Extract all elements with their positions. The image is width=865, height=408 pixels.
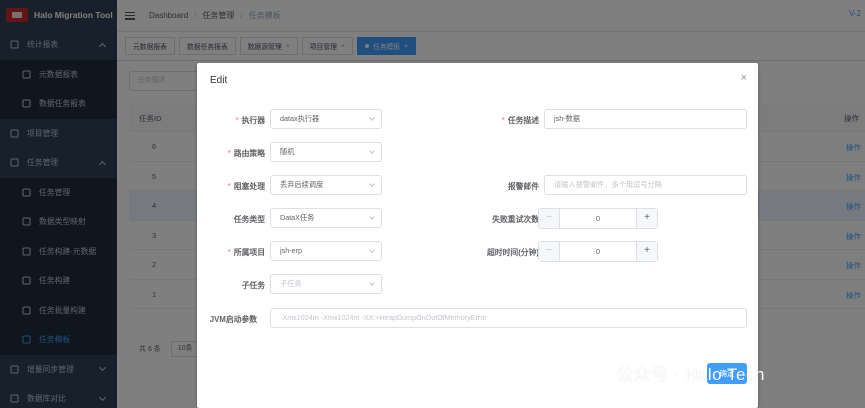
task-desc-input[interactable]: jsh-数据: [544, 109, 747, 129]
retry-count-label: 失败重试次数: [492, 215, 539, 224]
dialog-title: Edit: [210, 75, 228, 86]
task-type-label: 任务类型: [233, 215, 265, 224]
wechat-icon: [580, 361, 607, 383]
timeout-decrement-button[interactable]: −: [539, 242, 560, 261]
block-strategy-select[interactable]: 丢弃后续调度: [270, 175, 382, 195]
watermark-text: 公众号 · Halo Tech: [616, 365, 765, 384]
task-type-select[interactable]: DataX任务: [270, 208, 382, 228]
task-desc-label: * 任务描述: [501, 116, 539, 125]
retry-count-stepper: − 0 +: [538, 208, 658, 229]
chevron-down-icon: [369, 148, 375, 154]
alarm-email-label: 报警邮件: [507, 182, 539, 191]
subtask-select[interactable]: 子任务: [270, 274, 382, 294]
block-strategy-label: * 阻塞处理: [227, 182, 265, 191]
timeout-increment-button[interactable]: +: [636, 242, 657, 261]
executor-label: * 执行器: [235, 116, 265, 125]
executor-select[interactable]: datax执行器: [270, 109, 382, 129]
jvm-params-input[interactable]: -Xms1024m -Xmx1024m -XX:+HeapDumpOnOutOf…: [270, 308, 747, 328]
edit-dialog: Edit × * 执行器 datax执行器 * 任务描述 jsh-数据 * 路由策略 …: [197, 63, 758, 408]
project-select[interactable]: jsh-erp: [270, 241, 382, 261]
chevron-down-icon: [369, 181, 375, 187]
chevron-down-icon: [369, 247, 375, 253]
jvm-params-label: JVM启动参数: [209, 315, 257, 324]
timeout-value[interactable]: 0: [560, 242, 636, 261]
project-label: * 所属项目: [227, 248, 265, 257]
subtask-label: 子任务: [241, 281, 265, 290]
alarm-email-input[interactable]: 请输入报警邮件，多个用逗号分隔: [544, 175, 747, 195]
wechat-watermark: 公众号 · Halo Tech: [580, 360, 765, 385]
retry-increment-button[interactable]: +: [636, 209, 657, 228]
chevron-down-icon: [369, 115, 375, 121]
chevron-down-icon: [369, 214, 375, 220]
chevron-down-icon: [369, 280, 375, 286]
route-strategy-label: * 路由策略: [227, 149, 265, 158]
timeout-label: 超时时间(分钟): [487, 248, 539, 257]
close-icon[interactable]: ×: [741, 73, 747, 84]
route-strategy-select[interactable]: 随机: [270, 142, 382, 162]
timeout-stepper: − 0 +: [538, 241, 658, 262]
retry-count-value[interactable]: 0: [560, 209, 636, 228]
retry-decrement-button[interactable]: −: [539, 209, 560, 228]
